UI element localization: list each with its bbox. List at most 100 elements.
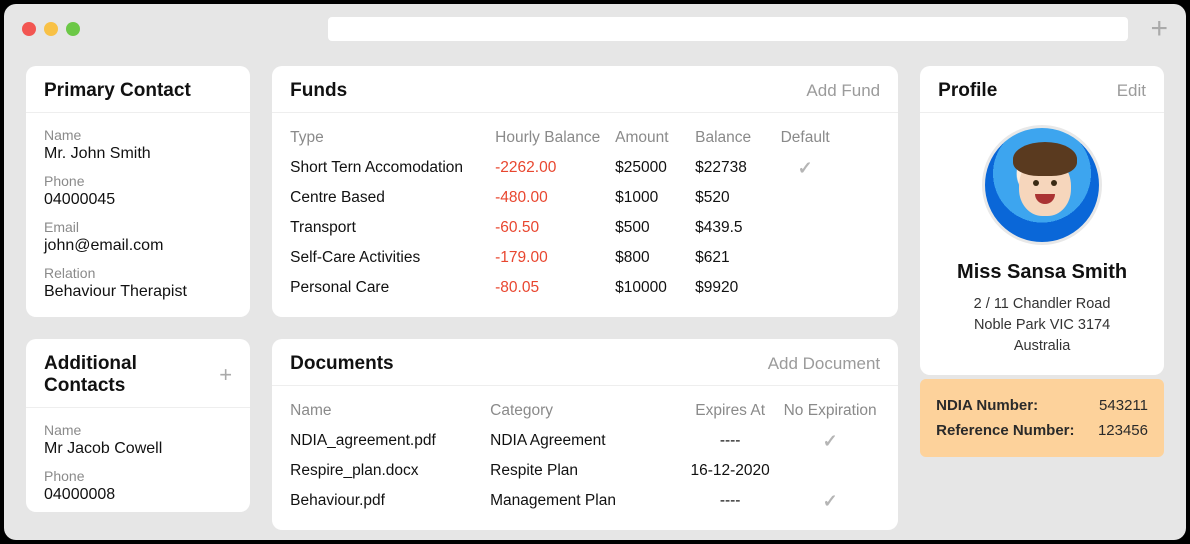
fund-balance: $9920 [695,279,775,297]
document-category: Respite Plan [490,462,680,480]
maximize-window-button[interactable] [66,22,80,36]
fund-type: Transport [290,219,495,237]
fund-type: Personal Care [290,279,495,297]
profile-meta: NDIA Number: 543211 Reference Number: 12… [920,379,1164,457]
funds-header-hourly: Hourly Balance [495,129,615,147]
fund-balance: $621 [695,249,775,267]
document-expires: ---- [680,492,780,510]
ref-value: 123456 [1098,422,1148,439]
primary-contact-relation-label: Relation [44,265,232,281]
profile-addr-line3: Australia [974,336,1111,357]
document-expires: ---- [680,432,780,450]
profile-addr-line2: Noble Park VIC 3174 [974,315,1111,336]
fund-type: Short Tern Accomodation [290,159,495,177]
funds-header-type: Type [290,129,495,147]
additional-contacts-card: Additional Contacts + Name Mr Jacob Cowe… [26,339,250,512]
additional-contact-name: Mr Jacob Cowell [44,440,232,458]
content-area: Primary Contact Name Mr. John Smith Phon… [4,54,1186,540]
fund-hourly: -60.50 [495,219,615,237]
funds-row[interactable]: Self-Care Activities-179.00$800$621 [290,243,880,273]
fund-balance: $22738 [695,159,775,177]
primary-contact-relation: Behaviour Therapist [44,283,232,301]
documents-header-noexp: No Expiration [780,402,880,420]
documents-header-name: Name [290,402,490,420]
fund-amount: $25000 [615,159,695,177]
documents-header-row: Name Category Expires At No Expiration [290,396,880,426]
primary-contact-card: Primary Contact Name Mr. John Smith Phon… [26,66,250,317]
funds-row[interactable]: Short Tern Accomodation-2262.00$25000$22… [290,153,880,183]
primary-contact-name: Mr. John Smith [44,145,232,163]
fund-type: Centre Based [290,189,495,207]
additional-contact-phone: 04000008 [44,486,232,504]
plus-icon[interactable]: + [1150,14,1168,44]
additional-contacts-title: Additional Contacts [44,353,219,397]
documents-header-category: Category [490,402,680,420]
document-row[interactable]: Respire_plan.docxRespite Plan16-12-2020 [290,456,880,486]
app-window: + Primary Contact Name Mr. John Smith Ph… [4,4,1186,540]
fund-balance: $520 [695,189,775,207]
profile-title: Profile [938,80,997,102]
fund-hourly: -179.00 [495,249,615,267]
funds-row[interactable]: Transport-60.50$500$439.5 [290,213,880,243]
documents-card: Documents Add Document Name Category Exp… [272,339,898,530]
ndia-label: NDIA Number: [936,397,1038,414]
document-category: Management Plan [490,492,680,510]
fund-balance: $439.5 [695,219,775,237]
check-icon: ✓ [798,158,813,178]
document-noexp: ✓ [780,491,880,512]
documents-header-expires: Expires At [680,402,780,420]
primary-contact-phone-label: Phone [44,173,232,189]
add-contact-button[interactable]: + [219,364,232,386]
profile-name: Miss Sansa Smith [957,261,1127,284]
document-category: NDIA Agreement [490,432,680,450]
funds-header-default: Default [775,129,835,147]
document-expires: 16-12-2020 [680,462,780,480]
add-fund-button[interactable]: Add Fund [806,81,880,101]
fund-default: ✓ [775,158,835,179]
primary-contact-name-label: Name [44,127,232,143]
funds-header-amount: Amount [615,129,695,147]
document-row[interactable]: NDIA_agreement.pdfNDIA Agreement---- ✓ [290,426,880,456]
fund-hourly: -480.00 [495,189,615,207]
minimize-window-button[interactable] [44,22,58,36]
edit-profile-button[interactable]: Edit [1117,81,1146,101]
primary-contact-email-label: Email [44,219,232,235]
fund-hourly: -80.05 [495,279,615,297]
profile-address: 2 / 11 Chandler Road Noble Park VIC 3174… [974,294,1111,357]
fund-amount: $1000 [615,189,695,207]
primary-contact-email: john@email.com [44,237,232,255]
check-icon: ✓ [823,431,838,451]
funds-row[interactable]: Personal Care-80.05$10000$9920 [290,273,880,303]
funds-title: Funds [290,80,347,102]
document-name: NDIA_agreement.pdf [290,432,490,450]
funds-card: Funds Add Fund Type Hourly Balance Amoun… [272,66,898,317]
document-name: Behaviour.pdf [290,492,490,510]
document-row[interactable]: Behaviour.pdfManagement Plan---- ✓ [290,486,880,516]
funds-row[interactable]: Centre Based-480.00$1000$520 [290,183,880,213]
funds-header-row: Type Hourly Balance Amount Balance Defau… [290,123,880,153]
address-bar[interactable] [328,17,1128,41]
additional-contact-name-label: Name [44,422,232,438]
profile-card: Profile Edit Miss Sansa Smith 2 / 11 Cha… [920,66,1164,375]
fund-amount: $800 [615,249,695,267]
fund-amount: $10000 [615,279,695,297]
documents-title: Documents [290,353,393,375]
primary-contact-phone: 04000045 [44,191,232,209]
primary-contact-title: Primary Contact [44,80,191,102]
profile-addr-line1: 2 / 11 Chandler Road [974,294,1111,315]
avatar [982,125,1102,245]
fund-amount: $500 [615,219,695,237]
ndia-value: 543211 [1099,397,1148,414]
add-document-button[interactable]: Add Document [768,354,880,374]
fund-hourly: -2262.00 [495,159,615,177]
additional-contact-phone-label: Phone [44,468,232,484]
window-chrome: + [4,4,1186,54]
documents-table: Name Category Expires At No Expiration N… [272,386,898,530]
close-window-button[interactable] [22,22,36,36]
check-icon: ✓ [823,491,838,511]
funds-table: Type Hourly Balance Amount Balance Defau… [272,113,898,317]
fund-type: Self-Care Activities [290,249,495,267]
document-name: Respire_plan.docx [290,462,490,480]
document-noexp: ✓ [780,431,880,452]
ref-label: Reference Number: [936,422,1074,439]
